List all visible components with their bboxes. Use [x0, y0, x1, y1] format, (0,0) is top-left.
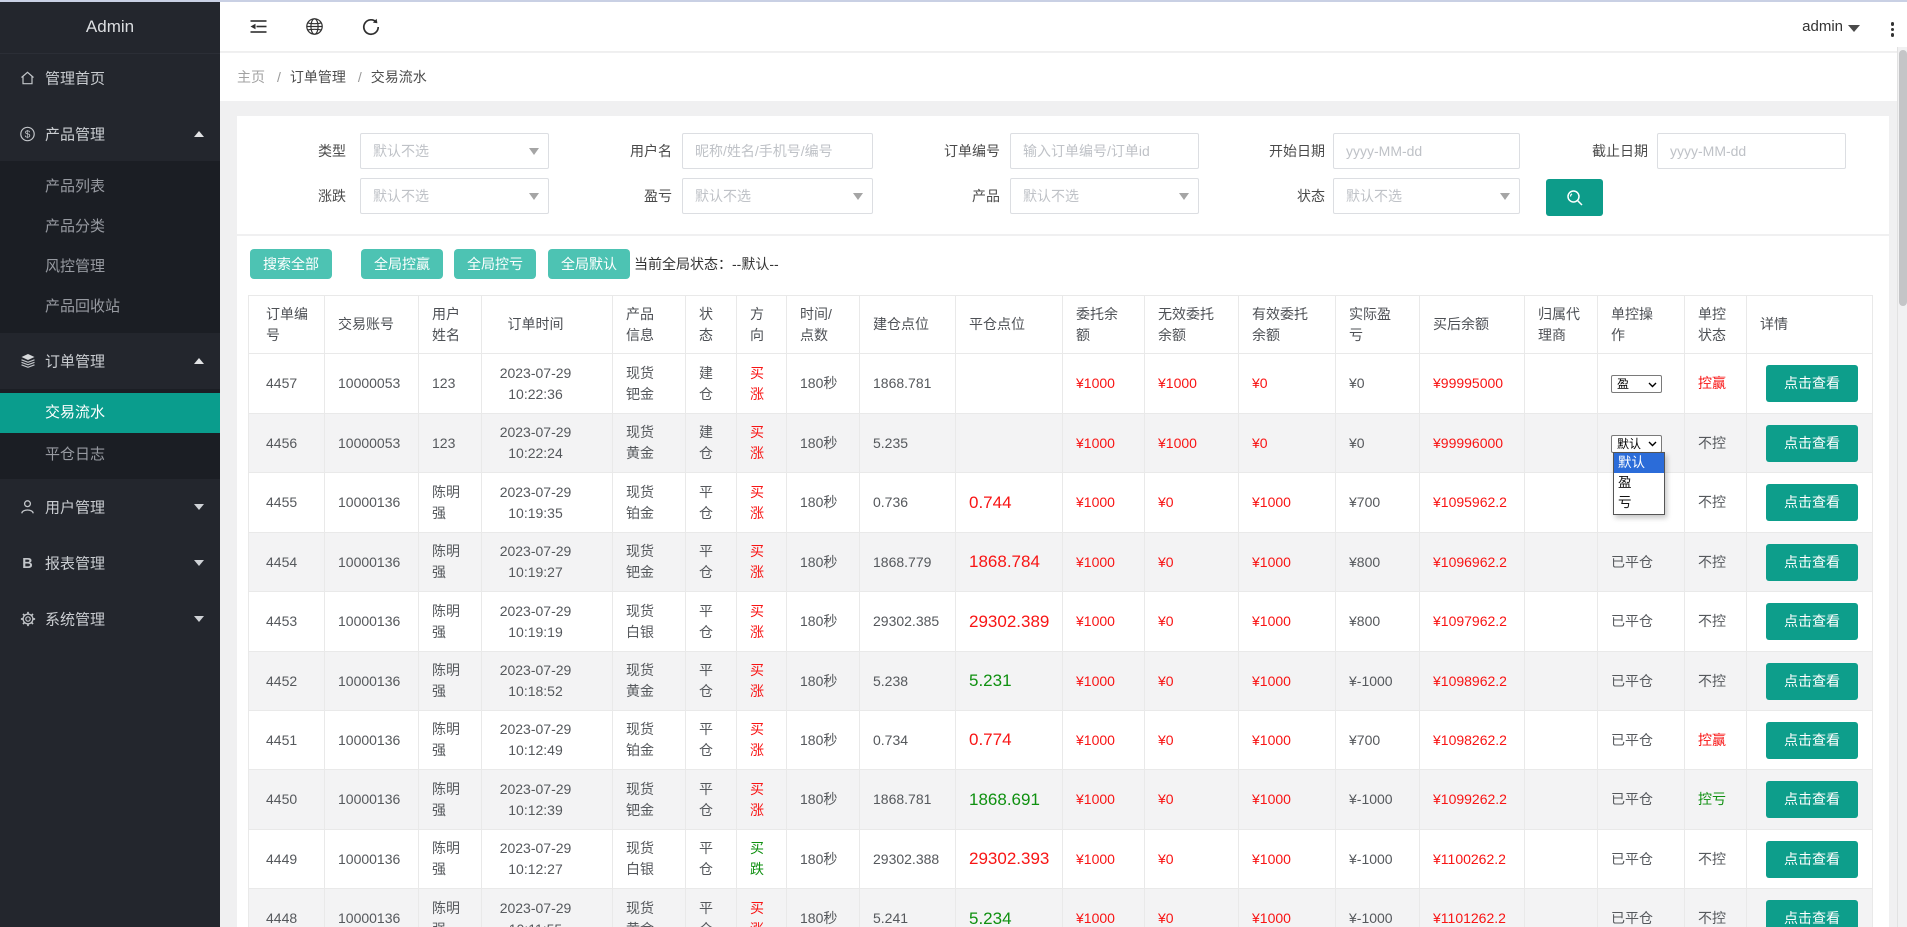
svg-text:B: B — [22, 556, 32, 571]
svg-text:$: $ — [25, 130, 31, 141]
